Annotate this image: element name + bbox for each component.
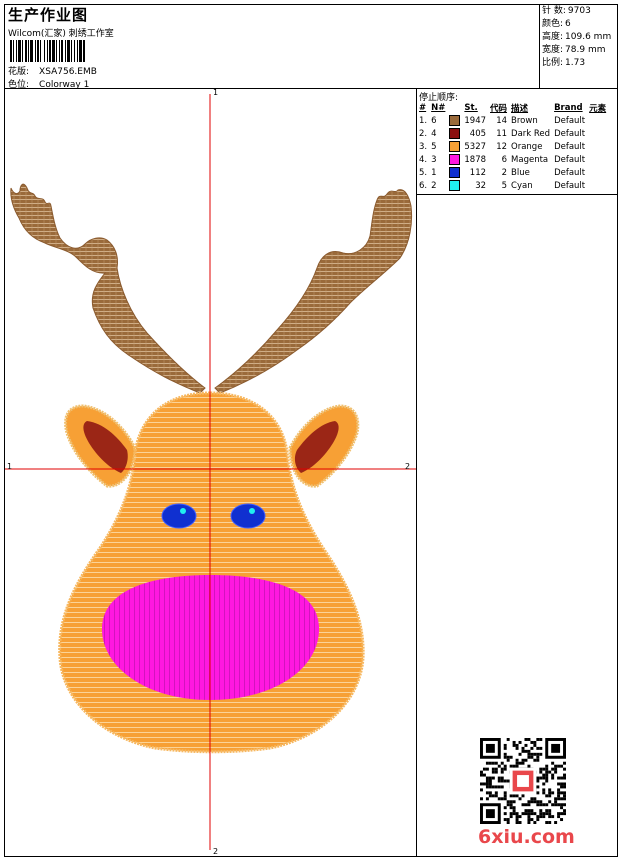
design-file-value: XSA756.EMB: [39, 67, 97, 77]
canvas-divider: [416, 88, 417, 857]
design-file-row: 花版: XSA756.EMB: [8, 64, 97, 77]
thread-cell-desc: Brown: [511, 115, 538, 126]
page-title: 生产作业图: [8, 6, 89, 24]
thread-cell-st: 32: [475, 180, 487, 191]
thread-cell-n: 5: [431, 141, 437, 152]
axis-label-left: 1: [7, 462, 13, 471]
barcode: [10, 40, 85, 62]
color-swatch: [449, 128, 461, 139]
color-swatch: [449, 180, 461, 191]
thread-cell-n: 4: [431, 128, 437, 139]
right-eye: [230, 503, 266, 529]
stats-panel: 针 数: 9703 颜色: 6 高度: 109.6 mm 宽度: 78.9 mm 比例:…: [542, 5, 611, 70]
thread-cell-code: 5: [501, 180, 508, 191]
header: 生产作业图 Wilcom(汇家) 刺绣工作室 花版: XSA756.EMB 色位:…: [6, 4, 536, 90]
thread-cell-code: 2: [501, 167, 508, 178]
design-file-label: 花版:: [8, 67, 30, 77]
thread-cell-brand: Default: [554, 167, 586, 178]
thread-row: 5. 1 112 2 Blue Default: [417, 166, 608, 179]
thread-cell-code: 6: [501, 154, 508, 165]
thread-cell-element: [587, 166, 608, 179]
thread-cell-element: [587, 153, 608, 166]
color-swatch: [449, 141, 461, 152]
col-code: 代码: [490, 104, 508, 114]
left-eye: [161, 503, 197, 529]
thread-cell-idx: 6.: [419, 180, 428, 191]
left-eye-highlight: [180, 508, 186, 514]
thread-cell-swatch: [447, 140, 462, 153]
thread-cell-desc: Dark Red: [511, 128, 551, 139]
company-name: Wilcom(汇家) 刺绣工作室: [8, 29, 114, 39]
axis-label-top: 1: [213, 88, 219, 97]
thread-cell-brand: Default: [554, 128, 586, 139]
thread-cell-brand: Default: [554, 141, 586, 152]
axis-label-bottom: 2: [213, 847, 219, 856]
thread-cell-n: 2: [431, 180, 437, 191]
thread-row: 1. 6 1947 14 Brown Default: [417, 114, 608, 127]
stat-width: 宽度: 78.9 mm: [542, 45, 606, 55]
thread-cell-code: 14: [496, 115, 508, 126]
thread-cell-desc: Cyan: [511, 180, 533, 191]
stat-stitches: 针 数: 9703: [542, 6, 591, 16]
thread-cell-swatch: [447, 127, 462, 140]
thread-cell-st: 1947: [464, 115, 487, 126]
thread-cell-idx: 3.: [419, 141, 428, 152]
col-desc: 描述: [511, 104, 529, 114]
col-index: #: [419, 103, 427, 113]
thread-row: 3. 5 5327 12 Orange Default: [417, 140, 608, 153]
thread-cell-code: 11: [496, 128, 508, 139]
thread-cell-swatch: [447, 114, 462, 127]
thread-cell-n: 1: [431, 167, 437, 178]
thread-cell-n: 3: [431, 154, 437, 165]
stats-divider: [539, 4, 540, 88]
axis-label-right: 2: [405, 462, 411, 471]
col-swatch: [447, 102, 462, 114]
stat-height: 高度: 109.6 mm: [542, 32, 612, 42]
thread-cell-n: 6: [431, 115, 437, 126]
right-antler-shape: [214, 189, 413, 394]
qr-code: [480, 738, 566, 824]
thread-table: # N# St. 代码 描述 Brand 元素 1. 6 1947 14 Brown De…: [417, 102, 608, 192]
thread-cell-st: 5327: [464, 141, 487, 152]
thread-table-divider: [416, 194, 618, 195]
thread-cell-st: 405: [469, 128, 487, 139]
thread-row: 4. 3 1878 6 Magenta Default: [417, 153, 608, 166]
color-swatch: [449, 154, 461, 165]
thread-cell-element: [587, 127, 608, 140]
thread-cell-swatch: [447, 179, 462, 192]
thread-cell-swatch: [447, 166, 462, 179]
thread-cell-element: [587, 114, 608, 127]
stat-scale: 比例: 1.73: [542, 58, 586, 68]
col-stitches: St.: [464, 103, 478, 113]
thread-cell-st: 112: [469, 167, 487, 178]
watermark-logo: 6xiu.com: [478, 826, 575, 848]
right-eye-highlight: [249, 508, 255, 514]
thread-cell-idx: 2.: [419, 128, 428, 139]
color-swatch: [449, 167, 461, 178]
thread-cell-element: [587, 140, 608, 153]
left-antler-shape: [10, 183, 206, 394]
col-brand: Brand: [554, 103, 583, 113]
thread-cell-st: 1878: [464, 154, 487, 165]
design-canvas: [5, 94, 416, 850]
thread-row: 6. 2 32 5 Cyan Default: [417, 179, 608, 192]
thread-cell-idx: 4.: [419, 154, 428, 165]
thread-cell-brand: Default: [554, 115, 586, 126]
col-element: 元素: [589, 104, 607, 114]
thread-cell-desc: Blue: [511, 167, 530, 178]
thread-cell-swatch: [447, 153, 462, 166]
thread-cell-code: 12: [496, 141, 508, 152]
thread-table-header: # N# St. 代码 描述 Brand 元素: [417, 102, 608, 114]
stat-colors: 颜色: 6: [542, 19, 571, 29]
col-n: N#: [431, 103, 446, 113]
thread-cell-brand: Default: [554, 180, 586, 191]
thread-cell-desc: Orange: [511, 141, 543, 152]
color-swatch: [449, 115, 461, 126]
thread-cell-idx: 1.: [419, 115, 428, 126]
thread-cell-brand: Default: [554, 154, 586, 165]
thread-cell-desc: Magenta: [511, 154, 549, 165]
thread-cell-element: [587, 179, 608, 192]
thread-row: 2. 4 405 11 Dark Red Default: [417, 127, 608, 140]
thread-cell-idx: 5.: [419, 167, 428, 178]
